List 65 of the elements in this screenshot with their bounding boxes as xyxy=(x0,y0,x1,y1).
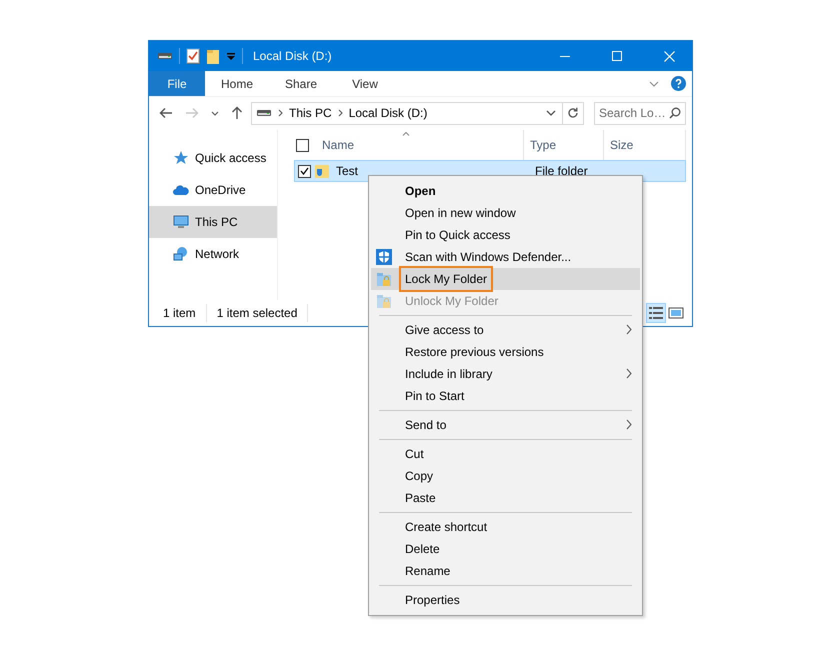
file-menu-button[interactable]: File xyxy=(149,71,205,96)
chevron-down-icon[interactable] xyxy=(546,110,556,116)
chevron-right-icon xyxy=(338,109,343,117)
menu-item[interactable]: Scan with Windows Defender... xyxy=(371,246,640,268)
view-button[interactable] xyxy=(646,303,666,323)
chevron-right-icon xyxy=(626,419,632,430)
menu-item[interactable]: Properties xyxy=(371,589,640,611)
nav-item[interactable]: This PC xyxy=(149,206,277,238)
menu-item[interactable]: Restore previous versions xyxy=(371,341,640,363)
menu-item[interactable]: Lock My Folder xyxy=(371,268,640,290)
right-arrow-icon xyxy=(185,107,199,119)
folder-icon[interactable] xyxy=(206,48,220,64)
menu-item[interactable]: Open xyxy=(371,180,640,202)
locked-folder-icon xyxy=(376,293,392,309)
select-all-checkbox[interactable] xyxy=(296,138,309,152)
row-checkbox[interactable] xyxy=(298,164,311,178)
menu-item[interactable]: Pin to Start xyxy=(371,385,640,407)
close-icon xyxy=(664,50,674,62)
selection-count: 1 item selected xyxy=(216,304,308,322)
chevron-right-icon xyxy=(278,109,283,117)
menu-item[interactable]: Delete xyxy=(371,538,640,560)
checkmark-icon xyxy=(300,167,309,175)
chevron-down-icon[interactable] xyxy=(649,80,659,86)
ribbon-tab[interactable]: Share xyxy=(269,71,333,96)
address-bar[interactable]: This PC Local Disk (D:) xyxy=(251,102,584,124)
menu-item[interactable]: Send to xyxy=(371,414,640,436)
menu-item[interactable]: Copy xyxy=(371,465,640,487)
menu-item[interactable]: Include in library xyxy=(371,363,640,385)
large-icons-view-icon xyxy=(668,305,684,321)
menu-item[interactable]: Cut xyxy=(371,443,640,465)
ribbon-tab[interactable]: Home xyxy=(205,71,269,96)
ribbon-tab[interactable]: View xyxy=(333,71,397,96)
search-field[interactable]: Search Lo… xyxy=(594,102,686,124)
up-arrow-icon xyxy=(231,106,243,120)
search-icon xyxy=(669,106,681,118)
file-type: File folder xyxy=(535,163,588,180)
chevron-down-icon xyxy=(211,110,219,116)
menu-item[interactable]: Pin to Quick access xyxy=(371,224,640,246)
maximize-icon xyxy=(612,51,622,61)
menu-item[interactable]: Give access to xyxy=(371,319,640,341)
locked-folder-icon xyxy=(376,271,392,287)
menu-item[interactable]: Open in new window xyxy=(371,202,640,224)
menu-item[interactable]: Create shortcut xyxy=(371,516,640,538)
item-count: 1 item xyxy=(163,304,207,322)
shield-icon xyxy=(376,249,392,265)
menu-item[interactable]: Rename xyxy=(371,560,640,582)
nav-item[interactable]: Quick access xyxy=(149,142,277,174)
window-title: Local Disk (D:) xyxy=(253,48,332,65)
nav-item[interactable]: Network xyxy=(149,238,277,270)
globe-computer-icon xyxy=(173,246,189,262)
chevron-right-icon xyxy=(626,324,632,335)
chevron-right-icon xyxy=(626,368,632,379)
file-name: Test xyxy=(335,163,360,180)
menu-item[interactable]: Paste xyxy=(371,487,640,509)
breadcrumb-link[interactable]: Local Disk (D:) xyxy=(348,104,428,122)
folder-icon xyxy=(314,163,330,179)
left-arrow-icon xyxy=(159,107,173,119)
breadcrumb-link[interactable]: This PC xyxy=(289,104,332,122)
checklist-icon[interactable] xyxy=(186,48,200,64)
star-icon xyxy=(173,150,189,166)
monitor-icon xyxy=(173,214,189,230)
nav-item[interactable]: OneDrive xyxy=(149,174,277,206)
help-icon[interactable] xyxy=(671,76,686,91)
refresh-icon[interactable] xyxy=(567,107,579,119)
details-view-icon xyxy=(648,305,664,321)
